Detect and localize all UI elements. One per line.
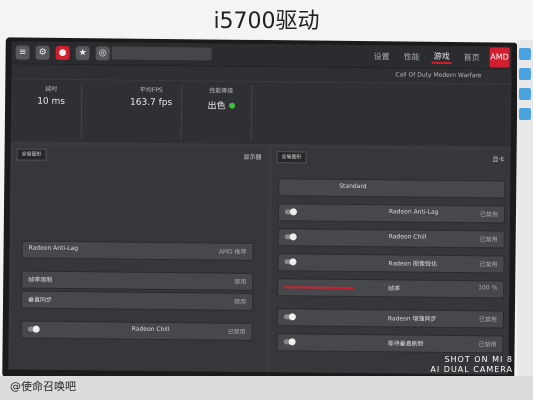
tab-settings[interactable]: 设置 — [372, 51, 392, 62]
toggle-switch[interactable] — [284, 209, 296, 215]
toggle-switch[interactable] — [284, 234, 295, 240]
app-window: ≡ ⚙ ● ★ ◎ 设置 性能 游戏 首页 AMD Call Of Duty M… — [8, 41, 512, 375]
setting-row[interactable]: Radeon Chill 已禁用 — [277, 228, 505, 249]
toggle-switch[interactable] — [27, 326, 38, 332]
sharpness-slider[interactable] — [284, 286, 355, 289]
gear-icon[interactable]: ⚙ — [35, 45, 50, 60]
toolbar: ≡ ⚙ ● ★ ◎ — [15, 43, 110, 62]
setting-label: Radeon Chill — [131, 325, 170, 334]
toggle-switch[interactable] — [283, 314, 294, 320]
setting-row[interactable]: 帧率 100 % — [277, 278, 505, 299]
section-title: 显示器 — [243, 153, 262, 162]
back-button[interactable]: 全局图形 — [276, 151, 307, 164]
setting-value: 禁用 — [233, 298, 247, 306]
globe-icon[interactable]: ◎ — [95, 46, 110, 61]
notification-icon[interactable]: ● — [55, 45, 70, 60]
app-icon[interactable] — [519, 48, 531, 60]
stat-fps: 平均FPS 163.7 fps — [120, 84, 183, 140]
setting-value: 100 % — [478, 284, 498, 292]
stat-value-wrap: 出色 — [191, 98, 251, 112]
section-title: 显卡 — [492, 156, 505, 164]
setting-label: 帧率 — [388, 285, 401, 293]
stat-rating: 性能等级 出色 — [190, 85, 253, 140]
setting-row[interactable]: Radeon Chill 已禁用 — [20, 320, 253, 341]
setting-label: Radeon 增强同步 — [387, 315, 437, 323]
star-icon[interactable]: ★ — [75, 46, 90, 61]
stat-label: 延时 — [45, 85, 58, 93]
watermark-line: AI DUAL CAMERA — [430, 365, 513, 374]
nav-tabs: 设置 性能 游戏 首页 — [372, 45, 482, 68]
setting-row[interactable]: 等待垂直刷新 已禁用 — [276, 333, 504, 354]
setting-label: Radeon Anti-Lag — [28, 244, 79, 253]
stat-value: 出色 — [207, 101, 226, 112]
setting-label: 垂直同步 — [28, 296, 53, 304]
setting-value: 已禁用 — [478, 316, 497, 324]
monitor: ≡ ⚙ ● ★ ◎ 设置 性能 游戏 首页 AMD Call Of Duty M… — [2, 37, 518, 383]
stat-label: 平均FPS — [139, 86, 163, 94]
setting-value: 已禁用 — [478, 341, 497, 349]
setting-row[interactable]: 帧率限制 禁用 — [21, 270, 254, 291]
search-input[interactable] — [111, 46, 212, 61]
camera-watermark: SHOT ON MI 8 AI DUAL CAMERA — [430, 355, 513, 375]
tab-games[interactable]: 游戏 — [431, 50, 452, 64]
game-title: Call Of Duty Modern Warfare — [395, 71, 482, 80]
setting-label: Radeon 图像锐化 — [388, 260, 438, 268]
stat-value: 10 ms — [37, 96, 66, 107]
watermark-line: SHOT ON MI 8 — [444, 355, 513, 364]
app-icon[interactable] — [519, 68, 531, 80]
setting-row[interactable]: 垂直同步 禁用 — [20, 290, 254, 311]
stat-value: 163.7 fps — [129, 97, 173, 109]
desk-surface — [0, 376, 533, 400]
left-panel: 全局图形 显示器 Radeon Anti-Lag AMD 推荐 帧率限制 禁用 … — [10, 145, 268, 373]
setting-row[interactable]: Radeon 图像锐化 已禁用 — [277, 253, 505, 274]
panel-header: 全局图形 显卡 — [272, 148, 510, 166]
setting-value: 已禁用 — [227, 328, 246, 336]
profile-select[interactable]: Standard — [339, 183, 366, 190]
setting-label: Radeon Chill — [388, 233, 427, 241]
watermark-left: @使命召唤吧 — [10, 380, 76, 393]
menu-icon[interactable]: ≡ — [15, 45, 30, 60]
setting-value: 已禁用 — [479, 211, 498, 219]
back-button[interactable]: 全局图形 — [16, 148, 47, 161]
setting-value: 已禁用 — [479, 236, 498, 244]
page-title: i5700驱动 — [213, 9, 320, 34]
setting-row[interactable]: Radeon Anti-Lag AMD 推荐 — [21, 240, 254, 261]
stats-strip: 延时 10 ms 平均FPS 163.7 fps 性能等级 出色 — [10, 79, 512, 147]
app-icon[interactable] — [519, 88, 531, 100]
setting-row[interactable]: Radeon 增强同步 已禁用 — [276, 308, 504, 329]
setting-value: 禁用 — [234, 278, 247, 286]
stat-label: 性能等级 — [209, 87, 234, 95]
amd-logo: AMD — [489, 47, 510, 68]
stat-latency: 延时 10 ms — [20, 83, 83, 139]
app-icon[interactable] — [519, 108, 531, 120]
setting-row[interactable]: Radeon Anti-Lag 已禁用 — [277, 203, 506, 224]
status-dot-icon — [228, 102, 235, 109]
setting-label: 等待垂直刷新 — [387, 340, 424, 348]
panel-header: 全局图形 显示器 — [12, 145, 267, 164]
tab-performance[interactable]: 性能 — [402, 51, 422, 62]
desktop-icon-strip — [517, 40, 533, 376]
setting-value: AMD 推荐 — [218, 248, 247, 256]
setting-label: Radeon Anti-Lag — [388, 208, 439, 216]
toggle-switch[interactable] — [284, 259, 295, 265]
toggle-switch[interactable] — [283, 339, 294, 345]
setting-value: 已禁用 — [479, 261, 498, 269]
right-panel: 全局图形 显卡 Standard Radeon Anti-Lag 已禁用 Rad… — [270, 148, 511, 375]
tab-home[interactable]: 首页 — [462, 52, 482, 63]
setting-label: 帧率限制 — [28, 276, 53, 284]
profile-row[interactable]: Standard — [278, 178, 506, 199]
